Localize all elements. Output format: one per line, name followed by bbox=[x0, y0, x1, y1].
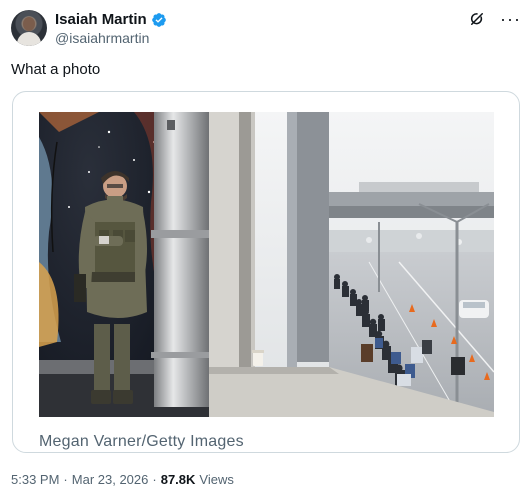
avatar[interactable] bbox=[11, 10, 47, 46]
views-label: Views bbox=[199, 472, 234, 487]
avatar-face bbox=[23, 17, 35, 31]
tweet-date[interactable]: Mar 23, 2026 bbox=[72, 472, 149, 487]
news-photo[interactable] bbox=[39, 112, 494, 417]
views-count: 87.8K bbox=[160, 472, 196, 487]
tweet-meta: 5:33 PM · Mar 23, 2026 · 87.8K Views bbox=[11, 472, 234, 487]
tweet-text: What a photo bbox=[11, 61, 101, 78]
author-display-name[interactable]: Isaiah Martin bbox=[55, 11, 147, 28]
meta-separator: · bbox=[152, 472, 157, 487]
media-card[interactable]: Megan Varner/Getty Images bbox=[12, 91, 520, 453]
avatar-shoulders bbox=[17, 32, 41, 46]
more-dots-icon[interactable]: ··· bbox=[500, 10, 521, 28]
header-actions: ··· bbox=[468, 10, 521, 28]
name-row: Isaiah Martin bbox=[55, 11, 167, 28]
tweet-header: Isaiah Martin @isaiahrmartin ··· bbox=[11, 10, 521, 48]
author-handle[interactable]: @isaiahrmartin bbox=[55, 30, 149, 46]
verified-badge-icon[interactable] bbox=[151, 12, 167, 28]
tweet-time[interactable]: 5:33 PM bbox=[11, 472, 59, 487]
grok-icon[interactable] bbox=[468, 10, 486, 28]
photo-credit: Megan Varner/Getty Images bbox=[39, 433, 244, 450]
meta-separator: · bbox=[63, 472, 68, 487]
